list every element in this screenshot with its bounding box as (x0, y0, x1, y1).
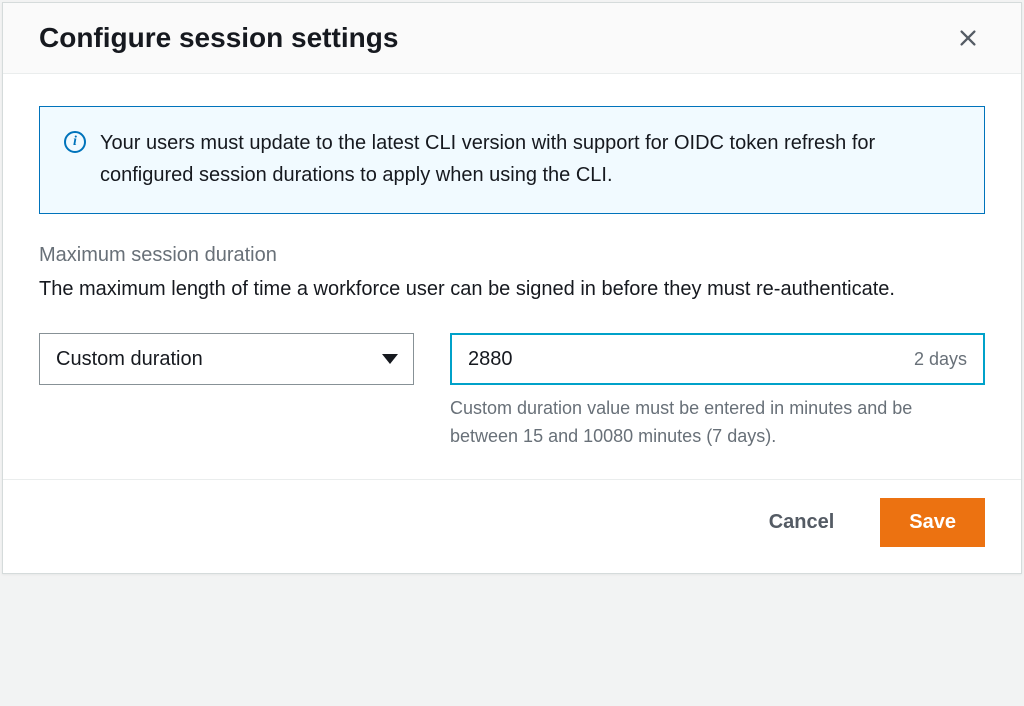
modal-header: Configure session settings (3, 3, 1021, 74)
modal-body: i Your users must update to the latest C… (3, 74, 1021, 479)
info-banner: i Your users must update to the latest C… (39, 106, 985, 214)
save-button[interactable]: Save (880, 498, 985, 547)
custom-duration-hint: Custom duration value must be entered in… (450, 395, 985, 451)
close-icon (957, 27, 979, 49)
duration-type-select-value: Custom duration (39, 333, 414, 385)
duration-input-row: Custom duration 2 days Custom duration v… (39, 333, 985, 451)
duration-type-select[interactable]: Custom duration (39, 333, 414, 385)
max-session-duration-label: Maximum session duration (39, 244, 985, 267)
cancel-button[interactable]: Cancel (741, 499, 863, 546)
max-session-duration-description: The maximum length of time a workforce u… (39, 273, 985, 305)
custom-duration-input-wrap: 2 days (450, 333, 985, 385)
modal-title: Configure session settings (39, 22, 398, 54)
custom-duration-column: 2 days Custom duration value must be ent… (450, 333, 985, 451)
info-icon: i (64, 131, 86, 153)
modal-footer: Cancel Save (3, 479, 1021, 573)
custom-duration-suffix: 2 days (914, 349, 983, 370)
custom-duration-input[interactable] (452, 335, 914, 383)
close-button[interactable] (951, 21, 985, 55)
configure-session-modal: Configure session settings i Your users … (2, 2, 1022, 574)
info-banner-text: Your users must update to the latest CLI… (100, 127, 960, 191)
